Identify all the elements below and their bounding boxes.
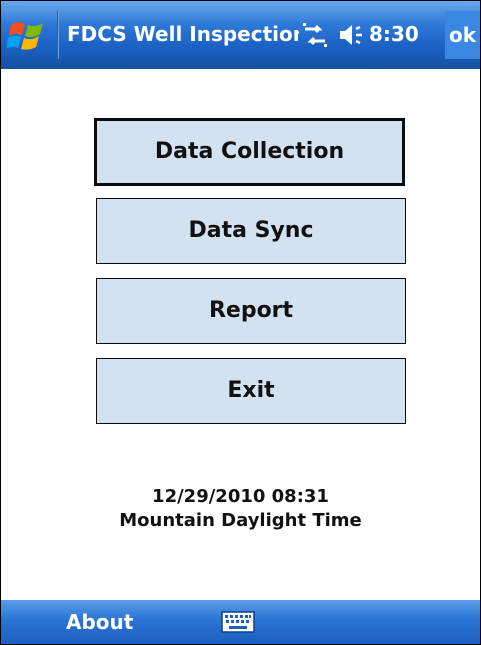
exit-button[interactable]: Exit bbox=[96, 358, 406, 424]
title-separator bbox=[57, 11, 59, 59]
data-collection-button[interactable]: Data Collection bbox=[94, 118, 405, 186]
report-button[interactable]: Report bbox=[96, 278, 406, 344]
windows-flag-icon bbox=[6, 22, 43, 50]
clock[interactable]: 8:30 bbox=[369, 18, 419, 50]
start-button[interactable] bbox=[6, 15, 51, 55]
about-softkey[interactable]: About bbox=[66, 600, 133, 644]
ok-button[interactable]: ok bbox=[445, 11, 480, 59]
title-bar: FDCS Well Inspection 8:30 ok bbox=[1, 1, 480, 69]
speaker-icon[interactable] bbox=[337, 21, 365, 49]
datetime-label: 12/29/2010 08:31 bbox=[152, 486, 329, 507]
data-sync-button[interactable]: Data Sync bbox=[96, 198, 406, 264]
softkey-bar: About bbox=[1, 600, 480, 644]
app-window: FDCS Well Inspection 8:30 ok Data Collec… bbox=[0, 0, 481, 645]
connectivity-arrows-icon[interactable] bbox=[301, 21, 329, 49]
app-title: FDCS Well Inspection bbox=[67, 22, 299, 46]
timezone-label: Mountain Daylight Time bbox=[119, 510, 362, 531]
keyboard-icon[interactable] bbox=[220, 609, 256, 635]
